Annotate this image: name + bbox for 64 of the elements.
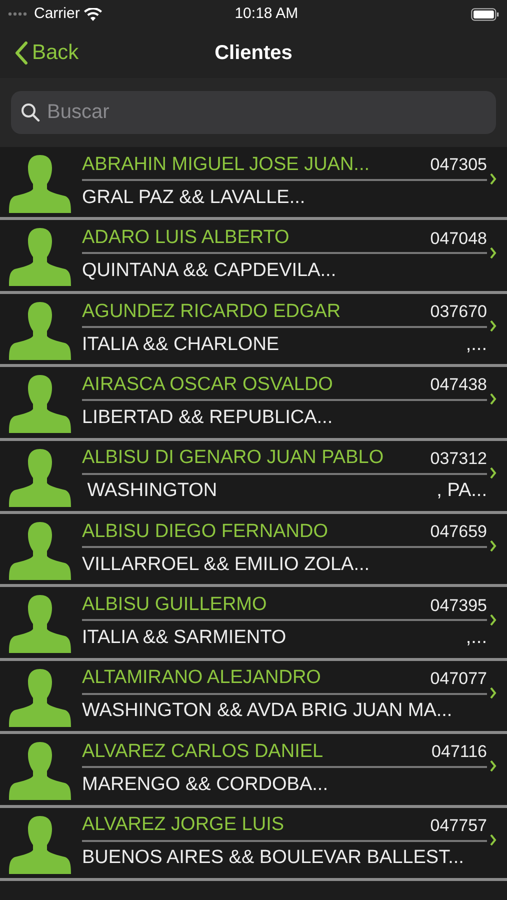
chevron-icon	[489, 246, 497, 259]
screen-title: Clientes	[214, 41, 292, 66]
client-name: AGUNDEZ RICARDO EDGAR	[82, 300, 341, 324]
client-code: 047659	[430, 521, 487, 544]
client-name: ADARO LUIS ALBERTO	[82, 226, 290, 250]
address-end: ,...	[466, 626, 487, 650]
person-avatar-icon	[9, 742, 71, 800]
client-code: 037670	[430, 301, 487, 324]
client-name: ALVAREZ JORGE LUIS	[82, 813, 284, 838]
client-code: 047048	[430, 228, 487, 250]
battery-icon	[470, 8, 499, 20]
client-code: 047438	[430, 374, 487, 396]
client-address: GRAL PAZ && LAVALLE...	[82, 186, 306, 210]
person-avatar-icon	[9, 668, 71, 727]
chevron-icon	[489, 760, 497, 772]
client-code: 047305	[430, 154, 487, 176]
chevron-icon	[489, 834, 497, 846]
person-avatar-icon	[9, 302, 71, 360]
chevron-icon	[489, 320, 497, 332]
time-label: 10:18 AM	[234, 4, 300, 24]
back-button[interactable]: Back	[0, 37, 79, 69]
address-end: ,...	[466, 332, 487, 357]
chevron-icon	[489, 466, 497, 479]
client-address: LIBERTAD && REPUBLICA...	[82, 406, 333, 430]
carrier-label: Carrier	[34, 4, 80, 24]
client-address: WASHINGTON	[86, 479, 218, 504]
chevron-icon	[489, 173, 497, 186]
client-row[interactable]: ALTAMIRANO ALEJANDRO 047077 WASHINGTON && AVDA BRIG JUAN MA...	[0, 660, 507, 734]
client-name: AIRASCA OSCAR OSVALDO	[82, 372, 333, 397]
client-address: ITALIA && SARMIENTO	[82, 626, 286, 650]
chevron-icon	[489, 686, 497, 699]
person-avatar-icon	[9, 448, 71, 507]
client-name: ALBISU GUILLERMO	[82, 593, 267, 618]
client-name: ABRAHIN MIGUEL JOSE JUAN...	[82, 152, 370, 177]
client-address: QUINTANA && CAPDEVILA...	[82, 259, 336, 284]
client-name: ALBISU DI GENARO JUAN PABLO	[82, 446, 384, 470]
client-address: WASHINGTON && AVDA BRIG JUAN MA...	[82, 699, 452, 724]
chevron-icon	[489, 540, 497, 552]
search-field[interactable]: Buscar	[11, 91, 496, 134]
client-code: 047757	[430, 814, 487, 837]
wifi-icon	[84, 8, 102, 20]
client-address: BUENOS AIRES && BOULEVAR BALLEST...	[82, 846, 464, 870]
client-address: VILLARROEL && EMILIO ZOLA...	[82, 552, 370, 577]
client-code: 047395	[430, 594, 487, 617]
person-avatar-icon	[9, 595, 71, 654]
client-name: ALVAREZ CARLOS DANIEL	[82, 740, 324, 764]
client-row[interactable]: ALBISU DI GENARO JUAN PABLO 037312 WASHINGTON , PA...	[0, 440, 507, 514]
back-chevron-icon	[14, 41, 28, 65]
person-avatar-icon	[9, 228, 71, 286]
client-row[interactable]: ALVAREZ JORGE LUIS 047757 BUENOS AIRES && BOULEVAR BALLEST...	[0, 808, 507, 881]
chevron-icon	[489, 614, 497, 626]
client-address: MARENGO && CORDOBA...	[82, 772, 328, 797]
chevron-icon	[489, 393, 497, 406]
person-avatar-icon	[9, 522, 71, 580]
client-code: 047077	[430, 668, 487, 690]
client-code: 047116	[432, 741, 487, 764]
client-code: 037312	[430, 448, 487, 470]
person-avatar-icon	[9, 375, 71, 434]
client-name: ALTAMIRANO ALEJANDRO	[82, 666, 321, 690]
client-address: ITALIA && CHARLONE	[82, 332, 280, 357]
client-name: ALBISU DIEGO FERNANDO	[82, 520, 328, 544]
address-end: , PA...	[436, 479, 487, 504]
person-avatar-icon	[9, 816, 71, 874]
person-avatar-icon	[9, 155, 71, 213]
